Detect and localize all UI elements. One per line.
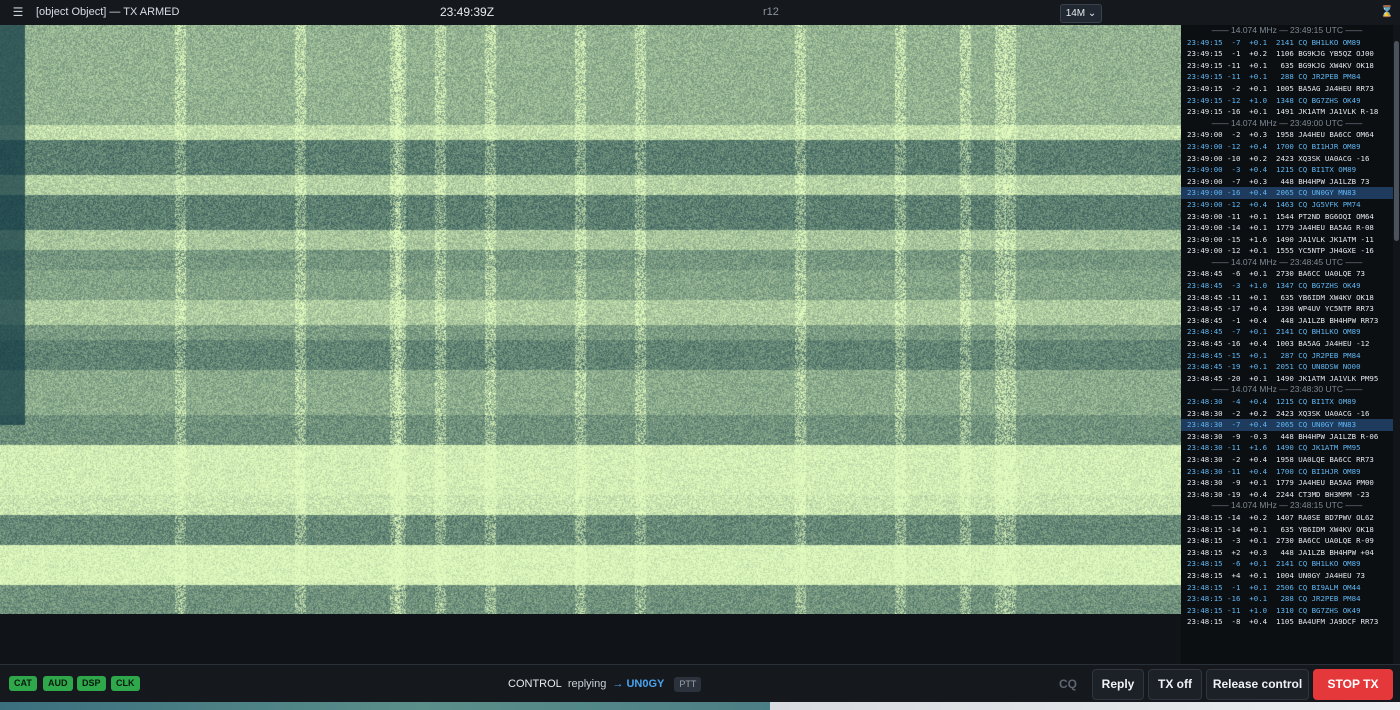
status-badge-clk: CLK [111, 676, 140, 691]
log-row[interactable]: 23:48:30 -9 -0.3 448 BH4HPW JA1LZB R-06 [1181, 431, 1393, 443]
log-row[interactable]: 23:48:45 -6 +0.1 2730 BA6CC UA0LQE 73 [1181, 268, 1393, 280]
waterfall-footer [0, 614, 1181, 664]
log-row-cq[interactable]: 23:49:15 -12 +1.0 1348 CQ BG7ZHS OK49 [1181, 95, 1393, 107]
log-row[interactable]: 23:48:30 -19 +0.4 2244 CT3MD BH3MPM -23 [1181, 489, 1393, 501]
log-row-cq[interactable]: 23:49:00 -12 +0.4 1700 CQ BI1HJR OM89 [1181, 141, 1393, 153]
decode-log[interactable]: —— 14.074 MHz — 23:49:15 UTC —— 23:49:15 … [1181, 25, 1393, 664]
waterfall-display[interactable] [0, 25, 1181, 614]
log-row[interactable]: 23:48:45 -11 +0.1 635 YB6IDM XW4KV OK18 [1181, 292, 1393, 304]
log-row-cq[interactable]: 23:48:15 -11 +1.0 1310 CQ BG7ZHS OK49 [1181, 605, 1393, 617]
log-row-cq[interactable]: 23:49:00 -16 +0.4 2065 CQ UN0GY MN83 [1181, 187, 1393, 199]
control-label: CONTROL [508, 678, 562, 690]
log-row-cq[interactable]: 23:48:45 -3 +1.0 1347 CQ BG7ZHS OK49 [1181, 280, 1393, 292]
log-row[interactable]: 23:49:00 -10 +0.2 2423 XQ3SK UA0ACG -16 [1181, 153, 1393, 165]
log-row[interactable]: 23:48:45 -17 +0.4 1398 WP4UV YC5NTP RR73 [1181, 303, 1393, 315]
log-row[interactable]: 23:48:15 -14 +0.1 635 YB6IDM XW4KV OK18 [1181, 524, 1393, 536]
log-row[interactable]: 23:49:00 -7 +0.3 448 BH4HPW JA1LZB 73 [1181, 176, 1393, 188]
log-row-cq[interactable]: 23:48:45 -15 +0.1 287 CQ JR2PEB PM84 [1181, 350, 1393, 362]
revision-label: r12 [763, 6, 779, 18]
log-period-header: —— 14.074 MHz — 23:48:30 UTC —— [1211, 384, 1363, 395]
log-row-cq[interactable]: 23:48:45 -7 +0.1 2141 CQ BH1LKO OM89 [1181, 326, 1393, 338]
arrow-right-icon: → [612, 678, 624, 690]
log-row[interactable]: 23:48:45 -20 +0.1 1490 JK1ATM JA1VLK PM9… [1181, 373, 1393, 385]
log-scrollbar[interactable] [1393, 25, 1400, 664]
log-row[interactable]: 23:49:00 -14 +0.1 1779 JA4HEU BA5AG R-08 [1181, 222, 1393, 234]
log-period-header: —— 14.074 MHz — 23:49:00 UTC —— [1211, 117, 1363, 128]
log-row[interactable]: 23:49:15 -16 +0.1 1491 JK1ATM JA1VLK R-1… [1181, 106, 1393, 118]
log-row-cq[interactable]: 23:48:15 -6 +0.1 2141 CQ BH1LKO OM89 [1181, 558, 1393, 570]
release-control-button[interactable]: Release control [1206, 669, 1309, 700]
log-row[interactable]: 23:49:00 -11 +0.1 1544 PT2ND BG6OQI OM64 [1181, 211, 1393, 223]
log-row[interactable]: 23:49:15 -1 +0.2 1106 BG9KJG YB5QZ OJ00 [1181, 48, 1393, 60]
status-badge-aud: AUD [43, 676, 73, 691]
utc-clock: 23:49:39Z [440, 5, 495, 19]
log-row-cq[interactable]: 23:49:15 -7 +0.1 2141 CQ BH1LKO OM89 [1181, 37, 1393, 49]
log-row[interactable]: 23:48:30 -9 +0.1 1779 JA4HEU BA5AG PM00 [1181, 477, 1393, 489]
bottom-bar: CAT AUD DSP CLK CONTROL replying → UN0GY … [0, 664, 1400, 703]
log-row-cq[interactable]: 23:49:00 -12 +0.4 1463 CQ JG5VFK PM74 [1181, 199, 1393, 211]
log-row[interactable]: 23:49:00 -2 +0.3 1958 JA4HEU BA6CC OM64 [1181, 129, 1393, 141]
log-row-cq[interactable]: 23:48:45 -19 +0.1 2051 CQ UN8DSW NO00 [1181, 361, 1393, 373]
log-row[interactable]: 23:48:30 -2 +0.4 1958 UA0LQE BA6CC RR73 [1181, 454, 1393, 466]
window-title: [object Object] — TX ARMED [36, 6, 180, 18]
log-row[interactable]: 23:48:15 +2 +0.3 448 JA1LZB BH4HPW +04 [1181, 547, 1393, 559]
hourglass-icon: ⌛ [1380, 6, 1394, 18]
desktop-background-strip [0, 702, 1400, 710]
chevron-down-icon: ⌄ [1087, 8, 1097, 19]
log-row-cq[interactable]: 23:48:15 -1 +0.1 2506 CQ BI9ALM OM44 [1181, 582, 1393, 594]
status-badge-dsp: DSP [77, 676, 106, 691]
log-row-cq[interactable]: 23:48:30 -7 +0.4 2065 CQ UN0GY MN83 [1181, 419, 1393, 431]
log-row[interactable]: 23:48:15 -3 +0.1 2730 BA6CC UA0LQE R-09 [1181, 535, 1393, 547]
band-select[interactable]: 14M ⌄ [1060, 4, 1102, 23]
log-row[interactable]: 23:48:15 -14 +0.2 1407 RA0SE BD7PWV OL62 [1181, 512, 1393, 524]
log-row[interactable]: 23:49:00 -15 +1.6 1490 JA1VLK JK1ATM -11 [1181, 234, 1393, 246]
band-value: 14M [1065, 8, 1086, 19]
log-row-cq[interactable]: 23:49:00 -3 +0.4 1215 CQ BI1TX OM89 [1181, 164, 1393, 176]
tx-off-button[interactable]: TX off [1148, 669, 1202, 700]
menu-icon[interactable]: ☰ [8, 0, 28, 25]
reply-target-callsign: UN0GY [626, 678, 665, 690]
log-row[interactable]: 23:49:15 -2 +0.1 1005 BA5AG JA4HEU RR73 [1181, 83, 1393, 95]
log-scroll-thumb[interactable] [1394, 41, 1399, 241]
ptt-indicator: PTT [674, 676, 702, 692]
log-period-header: —— 14.074 MHz — 23:49:15 UTC —— [1211, 25, 1363, 35]
log-row[interactable]: 23:48:45 -1 +0.4 448 JA1LZB BH4HPW RR73 [1181, 315, 1393, 327]
log-row[interactable]: 23:49:15 -11 +0.1 635 BG9KJG XW4KV OK18 [1181, 60, 1393, 72]
log-row[interactable]: 23:48:30 -2 +0.2 2423 XQ3SK UA0ACG -16 [1181, 408, 1393, 420]
log-row-cq[interactable]: 23:48:30 -11 +1.6 1490 CQ JK1ATM PM95 [1181, 442, 1393, 454]
log-period-header: —— 14.074 MHz — 23:48:15 UTC —— [1211, 500, 1363, 511]
log-row-cq[interactable]: 23:48:15 -16 +0.1 288 CQ JR2PEB PM84 [1181, 593, 1393, 605]
cq-button[interactable]: CQ [1045, 669, 1091, 700]
control-status: CONTROL replying → UN0GY PTT [508, 665, 704, 703]
log-row-cq[interactable]: 23:49:15 -11 +0.1 288 CQ JR2PEB PM84 [1181, 71, 1393, 83]
replying-label: replying [567, 678, 607, 690]
log-row-cq[interactable]: 23:48:30 -11 +0.4 1700 CQ BI1HJR OM89 [1181, 466, 1393, 478]
log-row[interactable]: 23:49:00 -12 +0.1 1555 YC5NTP JH4GXE -16 [1181, 245, 1393, 257]
log-row[interactable]: 23:48:15 -8 +0.4 1105 BA4UFM JA9DCF RR73 [1181, 616, 1393, 628]
log-row[interactable]: 23:48:15 +4 +0.1 1004 UN0GY JA4HEU 73 [1181, 570, 1393, 582]
top-bar: ☰ [object Object] — TX ARMED 23:49:39Z r… [0, 0, 1400, 26]
reply-button[interactable]: Reply [1092, 669, 1144, 700]
stop-tx-button[interactable]: STOP TX [1313, 669, 1393, 700]
log-row-cq[interactable]: 23:48:30 -4 +0.4 1215 CQ BI1TX OM89 [1181, 396, 1393, 408]
status-badge-cat: CAT [9, 676, 37, 691]
log-period-header: —— 14.074 MHz — 23:48:45 UTC —— [1211, 256, 1363, 267]
log-row[interactable]: 23:48:45 -16 +0.4 1003 BA5AG JA4HEU -12 [1181, 338, 1393, 350]
